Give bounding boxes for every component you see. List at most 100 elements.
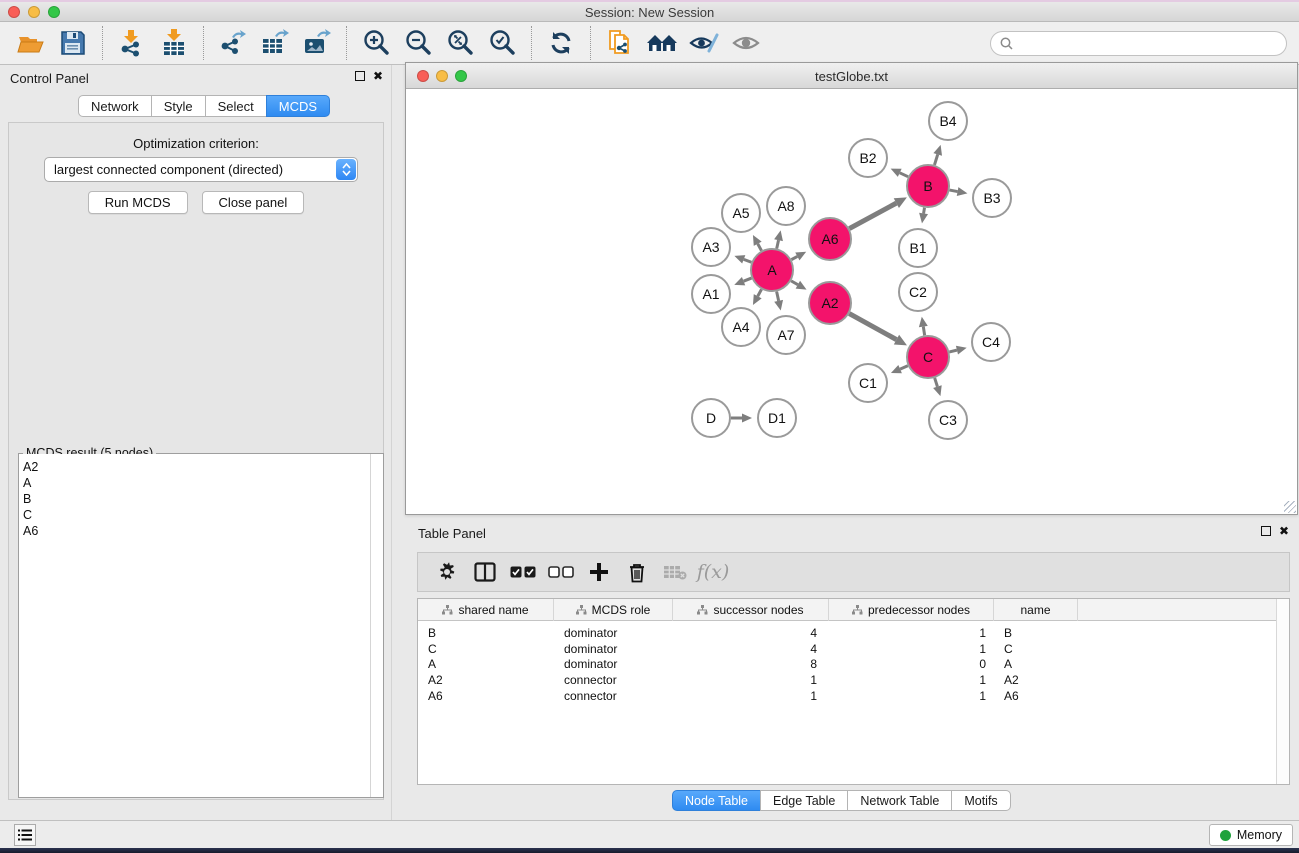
edge-A6-B[interactable] [849, 203, 896, 228]
tab-mcds[interactable]: MCDS [266, 95, 330, 117]
table-row-B[interactable]: Bdominator41B [418, 625, 1276, 641]
table-row-C[interactable]: Cdominator41C [418, 641, 1276, 657]
export-network-button[interactable] [216, 27, 250, 59]
memory-button[interactable]: Memory [1209, 824, 1293, 846]
add-column-button[interactable] [582, 557, 616, 587]
select-all-button[interactable] [506, 557, 540, 587]
table-cell[interactable]: A2 [418, 672, 554, 688]
zoom-selected-button[interactable] [485, 27, 519, 59]
result-item[interactable]: C [19, 507, 369, 523]
edge-A-A7[interactable] [777, 292, 779, 301]
edge-C-C2[interactable] [923, 327, 924, 336]
network-window-titlebar[interactable]: testGlobe.txt [406, 63, 1297, 89]
edge-B-B1[interactable] [924, 208, 925, 214]
export-table-button[interactable] [258, 27, 292, 59]
table-cell[interactable]: 1 [829, 688, 994, 704]
table-cell[interactable]: connector [554, 672, 673, 688]
zoom-in-button[interactable] [359, 27, 393, 59]
table-cell[interactable]: 8 [673, 656, 829, 672]
table-cell[interactable]: 0 [829, 656, 994, 672]
edge-B-B4[interactable] [934, 154, 937, 165]
table-row-A2[interactable]: A2connector11A2 [418, 672, 1276, 688]
clone-network-button[interactable] [603, 27, 637, 59]
table-row-A6[interactable]: A6connector11A6 [418, 688, 1276, 704]
edge-C-C3[interactable] [935, 378, 938, 387]
tab-motifs[interactable]: Motifs [951, 790, 1010, 811]
open-session-button[interactable] [14, 27, 48, 59]
window-resize-handle[interactable] [1284, 501, 1296, 513]
column-header-MCDS-role[interactable]: MCDS role [554, 599, 673, 621]
result-item[interactable]: B [19, 491, 369, 507]
tab-network-table[interactable]: Network Table [847, 790, 952, 811]
table-cell[interactable]: A6 [418, 688, 554, 704]
show-all-button[interactable] [729, 27, 763, 59]
export-image-button[interactable] [300, 27, 334, 59]
zoom-fit-button[interactable] [443, 27, 477, 59]
edge-A-A3[interactable] [744, 259, 752, 262]
float-panel-icon[interactable] [355, 71, 365, 81]
network-canvas[interactable]: B4B2BB3A5A8A6A3B1AC2A1A2A4A7C4CC1DD1C3 [406, 89, 1297, 514]
table-cell[interactable]: A6 [994, 688, 1078, 704]
table-settings-button[interactable] [430, 557, 464, 587]
first-neighbors-button[interactable] [645, 27, 679, 59]
result-item[interactable]: A2 [19, 459, 369, 475]
import-network-button[interactable] [115, 27, 149, 59]
table-cell[interactable]: 1 [829, 641, 994, 657]
result-item[interactable]: A [19, 475, 369, 491]
mcds-result-list[interactable]: A2ABCA6 [19, 454, 383, 797]
table-scrollbar[interactable] [1276, 599, 1289, 784]
table-cell[interactable]: B [418, 625, 554, 641]
refresh-button[interactable] [544, 27, 578, 59]
edge-B-B3[interactable] [950, 190, 958, 191]
edge-A-A6[interactable] [791, 256, 797, 259]
column-header-name[interactable]: name [994, 599, 1078, 621]
close-table-panel-icon[interactable]: ✖ [1279, 526, 1289, 536]
edge-C-C4[interactable] [949, 350, 957, 352]
table-cell[interactable]: dominator [554, 625, 673, 641]
table-cell[interactable]: B [994, 625, 1078, 641]
table-cell[interactable]: connector [554, 688, 673, 704]
table-row-A[interactable]: Adominator80A [418, 656, 1276, 672]
import-table-button[interactable] [157, 27, 191, 59]
table-cell[interactable]: 1 [673, 672, 829, 688]
result-item[interactable]: A6 [19, 523, 369, 539]
save-session-button[interactable] [56, 27, 90, 59]
table-cell[interactable]: 1 [829, 672, 994, 688]
table-cell[interactable]: 1 [829, 625, 994, 641]
edge-A-A8[interactable] [777, 240, 779, 248]
tab-select[interactable]: Select [205, 95, 267, 117]
table-cell[interactable]: 1 [673, 688, 829, 704]
table-cell[interactable]: 4 [673, 641, 829, 657]
edge-A2-C[interactable] [849, 314, 896, 340]
tab-network[interactable]: Network [78, 95, 152, 117]
task-history-button[interactable] [14, 824, 36, 846]
table-cell[interactable]: C [994, 641, 1078, 657]
column-header-predecessor-nodes[interactable]: predecessor nodes [829, 599, 994, 621]
close-panel-button[interactable]: Close panel [202, 191, 305, 214]
edge-A-A4[interactable] [758, 289, 762, 296]
table-cell[interactable]: C [418, 641, 554, 657]
function-builder-button[interactable]: f(x) [696, 557, 730, 587]
edge-A-A1[interactable] [744, 278, 752, 281]
float-table-panel-icon[interactable] [1261, 526, 1271, 536]
close-panel-icon[interactable]: ✖ [373, 71, 383, 81]
table-cell[interactable]: A [418, 656, 554, 672]
search-field[interactable] [990, 31, 1287, 56]
edge-A-A5[interactable] [758, 244, 762, 251]
edge-A-A2[interactable] [791, 281, 798, 285]
tab-style[interactable]: Style [151, 95, 206, 117]
edge-B-B2[interactable] [900, 173, 908, 177]
zoom-out-button[interactable] [401, 27, 435, 59]
table-cell[interactable]: A2 [994, 672, 1078, 688]
table-cell[interactable]: A [994, 656, 1078, 672]
table-cell[interactable]: 4 [673, 625, 829, 641]
deselect-all-button[interactable] [544, 557, 578, 587]
network-graph[interactable]: B4B2BB3A5A8A6A3B1AC2A1A2A4A7C4CC1DD1C3 [406, 89, 1297, 514]
column-header-shared-name[interactable]: shared name [418, 599, 554, 621]
hide-selected-button[interactable] [687, 27, 721, 59]
edge-C-C1[interactable] [900, 366, 908, 369]
column-header-successor-nodes[interactable]: successor nodes [673, 599, 829, 621]
delete-column-button[interactable] [620, 557, 654, 587]
search-input[interactable] [1019, 36, 1277, 50]
criterion-dropdown[interactable]: largest connected component (directed) [44, 157, 358, 182]
